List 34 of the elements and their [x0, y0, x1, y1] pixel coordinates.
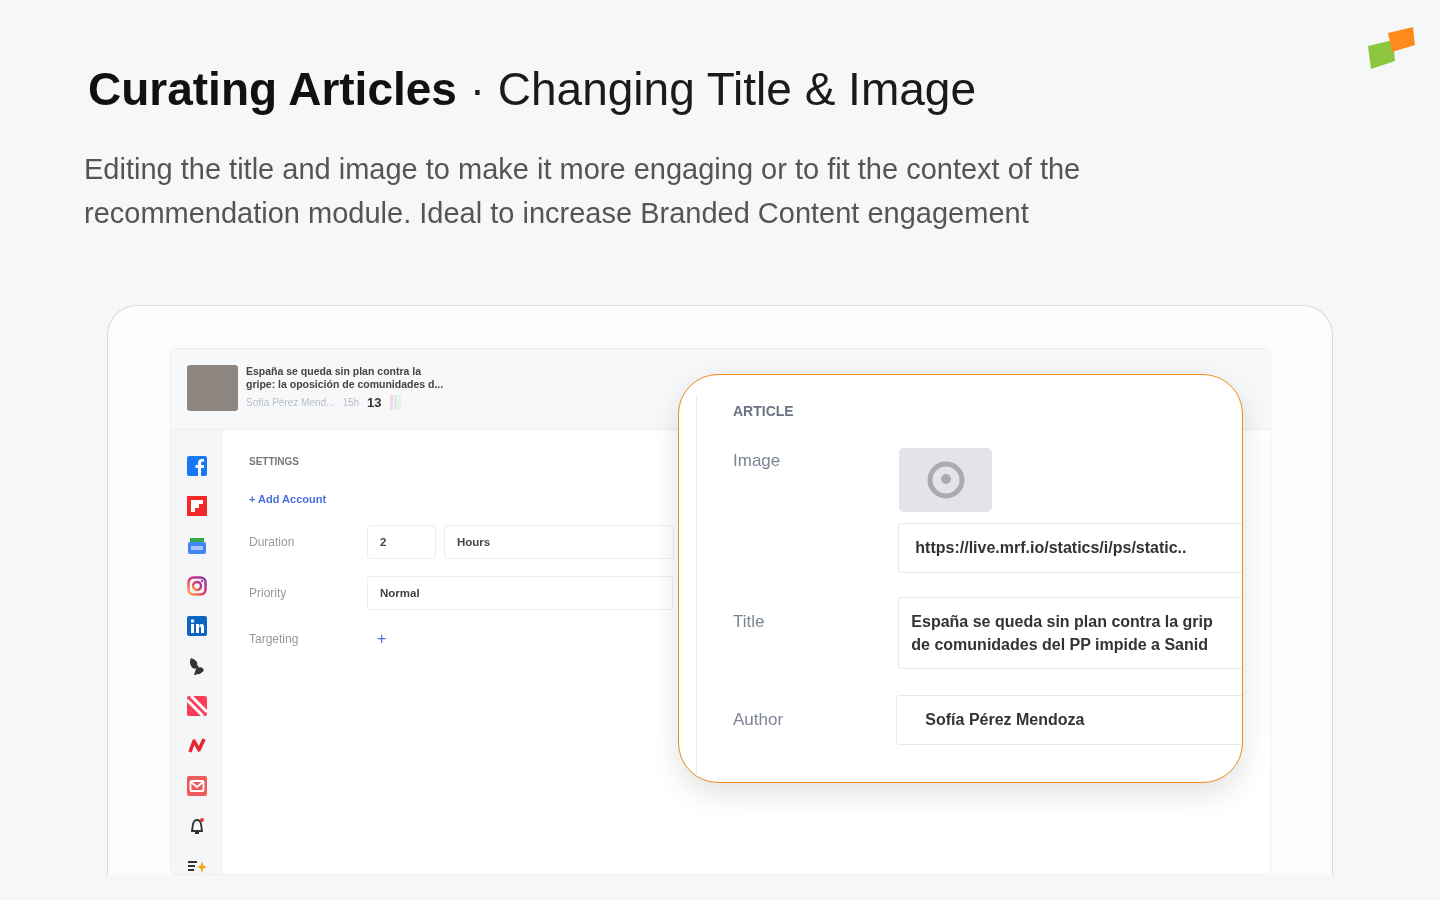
article-count: 13 [367, 394, 382, 413]
author-field[interactable]: Sofía Pérez Mendoza [896, 695, 1242, 745]
unit-select[interactable]: Hours [444, 524, 674, 559]
square-in-icon[interactable] [187, 616, 207, 637]
field-label: Author [733, 709, 785, 732]
field-label: Priority [249, 584, 288, 602]
article-age: 15h [342, 396, 360, 411]
page-description: Editing the title and image to make it more engaging or to fit the context of the recommendation module. Ideal to increase Branded Content engagement [84, 152, 1082, 232]
loading-icon [925, 460, 966, 500]
diagonal-stripes-icon[interactable] [187, 696, 207, 717]
photo-placeholder [187, 365, 238, 412]
url-field[interactable]: https://live.mrf.io/statics/i/ps/static.. [898, 523, 1242, 573]
author-name: Sofía Pérez Mend... [246, 396, 335, 411]
news-icon[interactable] [187, 536, 207, 557]
add-targeting-button[interactable]: + [367, 626, 387, 651]
title-field[interactable]: España se queda sin plan contra la grip de comunidades del PP impide a Sanid [898, 597, 1242, 669]
mail-icon[interactable] [187, 776, 207, 797]
field-label: Image [733, 450, 782, 472]
field-label: Targeting [249, 630, 300, 648]
folded-square-icon[interactable] [187, 496, 207, 517]
add-account-link[interactable]: + Add Account [249, 493, 327, 506]
logo-icon [1367, 25, 1416, 71]
camera-icon[interactable] [187, 576, 207, 597]
priority-select[interactable]: Normal [367, 575, 673, 610]
letter-f-icon[interactable] [187, 456, 207, 477]
field-label: Title [733, 611, 766, 633]
section-heading: ARTICLE [733, 402, 795, 421]
page-heading: Curating Articles · Changing Title & Image [88, 62, 976, 117]
section-heading: SETTINGS [249, 455, 299, 470]
field-label: Duration [249, 533, 296, 551]
number-field[interactable]: 2 [367, 524, 436, 559]
image-thumbnail[interactable] [899, 448, 992, 512]
article-title[interactable]: España se queda sin plan contra la gripe: la oposición de comunidades d... [246, 365, 444, 392]
color-bars-icon [389, 395, 402, 411]
